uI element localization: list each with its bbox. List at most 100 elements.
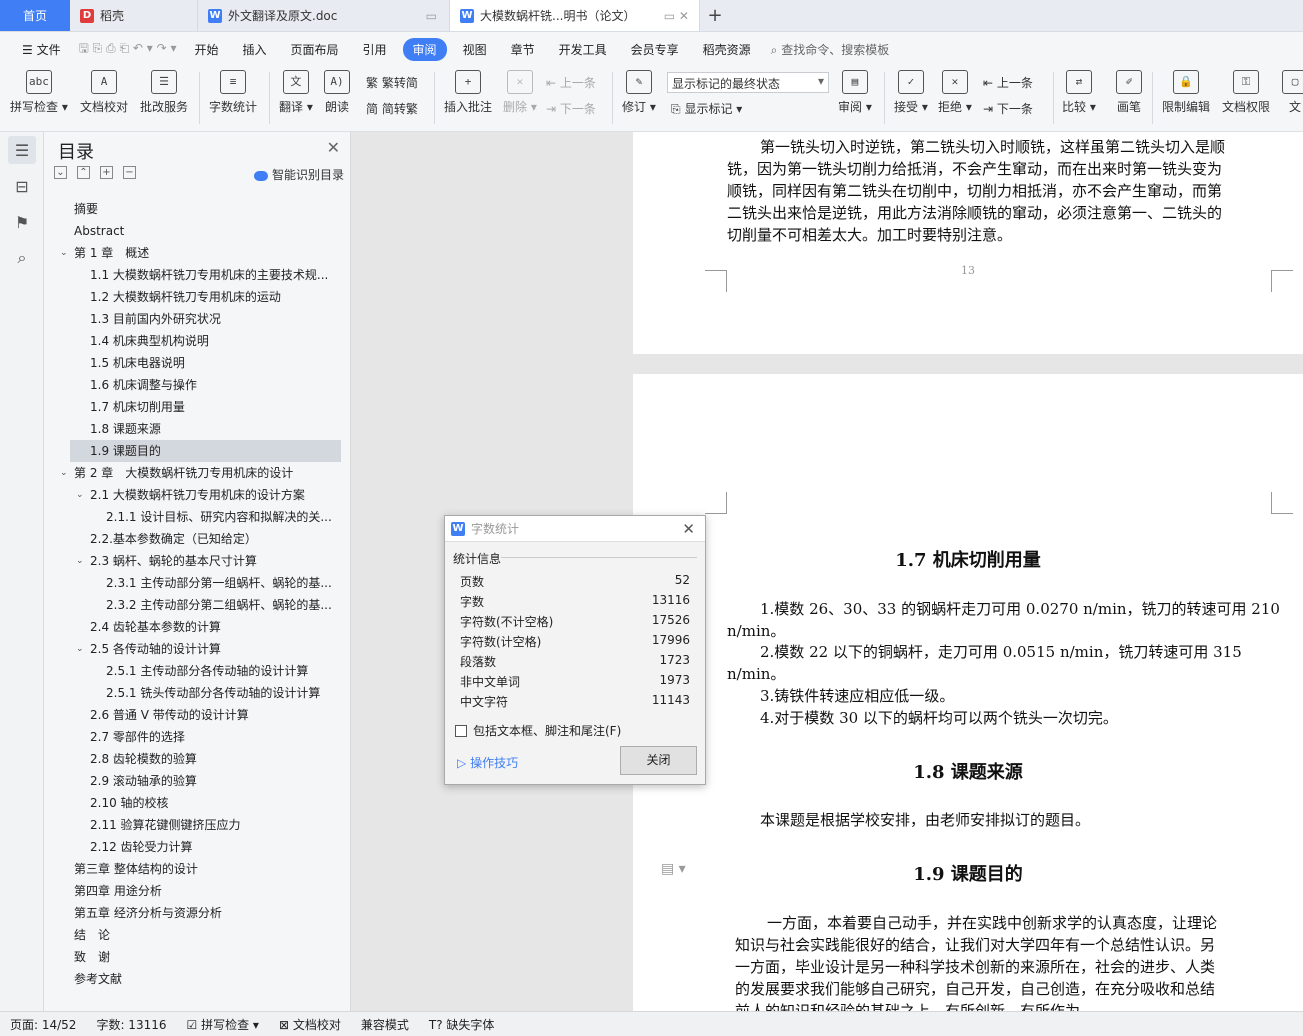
menu-reference[interactable]: 引用 [351, 41, 399, 58]
status-missing-font[interactable]: T? 缺失字体 [419, 1016, 505, 1033]
trad-to-simp-button[interactable]: 繁 繁转简 [366, 74, 418, 91]
toc-item[interactable]: 1.8 课题来源 [44, 418, 351, 440]
tab-home[interactable]: 首页 [0, 0, 70, 31]
toc-item[interactable]: 1.9 课题目的 [70, 440, 341, 462]
smart-toc-button[interactable]: 智能识别目录 [253, 166, 344, 183]
close-icon[interactable]: ✕ [682, 520, 695, 538]
close-icon[interactable]: ✕ [327, 138, 340, 157]
delete-comment-button[interactable]: ✕ 删除 ▾ [503, 70, 537, 115]
chevron-down-icon[interactable]: ⌄ [76, 484, 84, 506]
document-page[interactable]: 第一铣头切入时逆铣，第二铣头切入时顺铣，这样虽第二铣头切入是顺 铣，因为第一铣头切… [633, 132, 1303, 354]
toc-item[interactable]: 2.3.1 主传动部分第一组蜗杆、蜗轮的基... [44, 572, 351, 594]
toc-item[interactable]: 第四章 用途分析 [44, 880, 351, 902]
chevron-down-icon[interactable]: ⌄ [60, 462, 68, 484]
toc-item[interactable]: 1.6 机床调整与操作 [44, 374, 351, 396]
toc-item[interactable]: Abstract [44, 220, 351, 242]
toc-item[interactable]: ⌄ 2.1 大模数蜗杆铣刀专用机床的设计方案 [44, 484, 351, 506]
toc-item[interactable]: 摘要 [44, 198, 351, 220]
toc-item[interactable]: 参考文献 [44, 968, 351, 990]
menu-section[interactable]: 章节 [499, 41, 547, 58]
toc-item[interactable]: ⌄ 2.5 各传动轴的设计计算 [44, 638, 351, 660]
tab-daoke[interactable]: D 稻壳 [70, 0, 198, 31]
quick-access-icons[interactable]: 🖫 ⎘ ⎙ ⎗ ↶ ▾ ↷ ▾ [79, 39, 177, 60]
toc-item[interactable]: 2.4 齿轮基本参数的计算 [44, 616, 351, 638]
close-icon[interactable]: ▭ ✕ [664, 9, 689, 23]
tips-link[interactable]: ▷ 操作技巧 [457, 754, 518, 771]
batch-service-button[interactable]: ☰ 批改服务 [140, 70, 188, 115]
review-pane-button[interactable]: ▤ 审阅 ▾ [838, 70, 872, 115]
document-page[interactable]: 1.7 机床切削用量 1.模数 26、30、33 的钢蜗杆走刀可用 0.0270… [633, 374, 1303, 1011]
toc-item[interactable]: 2.5.1 铣头传动部分各传动轴的设计计算 [44, 682, 351, 704]
chevron-down-icon[interactable]: ⌄ [76, 638, 84, 660]
status-proof[interactable]: ⊠ 文档校对 [269, 1016, 351, 1033]
reject-button[interactable]: ✕ 拒绝 ▾ [938, 70, 972, 115]
track-changes-button[interactable]: ✎ 修订 ▾ [622, 70, 656, 115]
toc-item[interactable]: 第三章 整体结构的设计 [44, 858, 351, 880]
chevron-down-icon[interactable]: ⌄ [76, 550, 84, 572]
insert-comment-button[interactable]: + 插入批注 [444, 70, 492, 115]
remove-heading-icon[interactable]: − [123, 166, 136, 179]
toc-item[interactable]: 2.5.1 主传动部分各传动轴的设计计算 [44, 660, 351, 682]
word-count-button[interactable]: ≡ 字数统计 [209, 70, 257, 115]
menu-start[interactable]: 开始 [182, 41, 230, 58]
collapse-all-icon[interactable]: ⌄ [54, 166, 67, 179]
toc-item[interactable]: 2.1.1 设计目标、研究内容和拟解决的关... [44, 506, 351, 528]
menu-devtools[interactable]: 开发工具 [547, 41, 619, 58]
toc-item[interactable]: 致 谢 [44, 946, 351, 968]
doc-permission-button[interactable]: ⚿ 文档权限 [1222, 70, 1270, 115]
read-aloud-button[interactable]: A) 朗读 [324, 70, 350, 115]
chevron-down-icon[interactable]: ⌄ [60, 242, 68, 264]
toc-item[interactable]: 2.6 普通 V 带传动的设计计算 [44, 704, 351, 726]
toc-item[interactable]: 1.7 机床切削用量 [44, 396, 351, 418]
toc-item[interactable]: ⌄ 第 1 章 概述 [44, 242, 351, 264]
doc-proof-button[interactable]: A 文档校对 [80, 70, 128, 115]
toc-item[interactable]: 结 论 [44, 924, 351, 946]
next-comment-button[interactable]: ⇥ 下一条 [546, 100, 596, 117]
tab-screen-icon[interactable]: ▭ [426, 9, 437, 23]
prev-comment-button[interactable]: ⇤ 上一条 [546, 74, 596, 91]
toc-item[interactable]: 2.10 轴的校核 [44, 792, 351, 814]
toc-item[interactable]: 第五章 经济分析与资源分析 [44, 902, 351, 924]
menu-view[interactable]: 视图 [451, 41, 499, 58]
simp-to-trad-button[interactable]: 简 简转繁 [366, 100, 418, 117]
chapter-nav-icon[interactable]: ⊟ [8, 172, 36, 200]
restrict-editing-button[interactable]: 🔒 限制编辑 [1162, 70, 1210, 115]
toc-item[interactable]: 1.4 机床典型机构说明 [44, 330, 351, 352]
search-icon[interactable]: ⌕ [8, 244, 36, 272]
next-change-button[interactable]: ⇥ 下一条 [983, 100, 1033, 117]
compare-button[interactable]: ⇄ 比较 ▾ [1062, 70, 1096, 115]
toc-item[interactable]: 2.9 滚动轴承的验算 [44, 770, 351, 792]
toc-item[interactable]: 1.2 大模数蜗杆铣刀专用机床的运动 [44, 286, 351, 308]
more-button[interactable]: ▢ 文 [1282, 70, 1303, 115]
close-button[interactable]: 关闭 [620, 746, 697, 775]
toc-item[interactable]: 1.1 大模数蜗杆铣刀专用机床的主要技术规... [44, 264, 351, 286]
menu-insert[interactable]: 插入 [231, 41, 279, 58]
menu-review[interactable]: 审阅 [402, 37, 447, 61]
spell-check-button[interactable]: abc 拼写检查 ▾ [10, 70, 68, 115]
markup-display-select[interactable]: 显示标记的最终状态 [667, 72, 829, 93]
toc-item[interactable]: 2.8 齿轮模数的验算 [44, 748, 351, 770]
toc-item[interactable]: 1.3 目前国内外研究状况 [44, 308, 351, 330]
new-tab-button[interactable]: + [700, 0, 730, 31]
translate-button[interactable]: 文翻译 ▾ [279, 70, 313, 115]
menu-daoke-resources[interactable]: 稻壳资源 [691, 41, 763, 58]
prev-change-button[interactable]: ⇤ 上一条 [983, 74, 1033, 91]
menu-layout[interactable]: 页面布局 [279, 41, 351, 58]
status-spell[interactable]: ☑ 拼写检查 ▾ [177, 1016, 269, 1033]
checkbox-box[interactable] [455, 724, 467, 737]
bookmark-icon[interactable]: ⚑ [8, 208, 36, 236]
toc-item[interactable]: 2.2.基本参数确定（已知给定） [44, 528, 351, 550]
toc-item[interactable]: 1.5 机床电器说明 [44, 352, 351, 374]
ink-button[interactable]: ✐ 画笔 [1116, 70, 1142, 115]
tab-document-translation[interactable]: W 外文翻译及原文.doc ▭ [198, 0, 450, 31]
tab-document-active[interactable]: W 大模数蜗杆铣...明书（论文） ▭ ✕ [450, 0, 700, 31]
add-heading-icon[interactable]: + [100, 166, 113, 179]
show-markup-button[interactable]: ⎘ 显示标记 ▾ [671, 100, 742, 117]
accept-button[interactable]: ✓ 接受 ▾ [894, 70, 928, 115]
toc-item[interactable]: 2.12 齿轮受力计算 [44, 836, 351, 858]
status-words[interactable]: 字数: 13116 [86, 1016, 176, 1033]
toc-item[interactable]: 2.3.2 主传动部分第二组蜗杆、蜗轮的基... [44, 594, 351, 616]
include-textbox-checkbox[interactable]: 包括文本框、脚注和尾注(F) [455, 722, 621, 739]
toc-item[interactable]: ⌄ 2.3 蜗杆、蜗轮的基本尺寸计算 [44, 550, 351, 572]
menu-member[interactable]: 会员专享 [619, 41, 691, 58]
